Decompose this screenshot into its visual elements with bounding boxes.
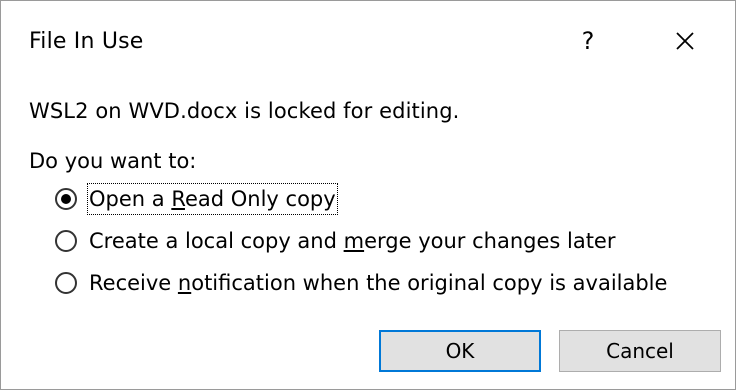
option-notification-label[interactable]: Receive notification when the original c… xyxy=(89,269,667,297)
radio-selected-dot xyxy=(61,194,71,204)
help-icon: ? xyxy=(581,27,595,55)
help-button[interactable]: ? xyxy=(561,17,615,65)
question-label: Do you want to: xyxy=(29,149,197,173)
close-button[interactable] xyxy=(655,17,715,65)
cancel-button[interactable]: Cancel xyxy=(559,330,721,372)
dialog-title: File In Use xyxy=(29,29,144,54)
ok-button[interactable]: OK xyxy=(379,330,541,372)
radio-notification[interactable] xyxy=(55,272,77,294)
option-read-only[interactable]: Open a Read Only copy xyxy=(55,183,338,215)
option-local-copy-label[interactable]: Create a local copy and merge your chang… xyxy=(89,227,616,255)
file-in-use-dialog: File In Use ? WSL2 on WVD.docx is locked… xyxy=(0,0,736,390)
radio-read-only[interactable] xyxy=(55,188,77,210)
title-bar: File In Use ? xyxy=(1,1,735,85)
locked-message: WSL2 on WVD.docx is locked for editing. xyxy=(29,99,460,123)
close-icon xyxy=(676,32,694,50)
radio-local-copy[interactable] xyxy=(55,230,77,252)
option-local-copy[interactable]: Create a local copy and merge your chang… xyxy=(55,225,616,257)
option-read-only-label[interactable]: Open a Read Only copy xyxy=(87,183,338,215)
option-notification[interactable]: Receive notification when the original c… xyxy=(55,267,667,299)
